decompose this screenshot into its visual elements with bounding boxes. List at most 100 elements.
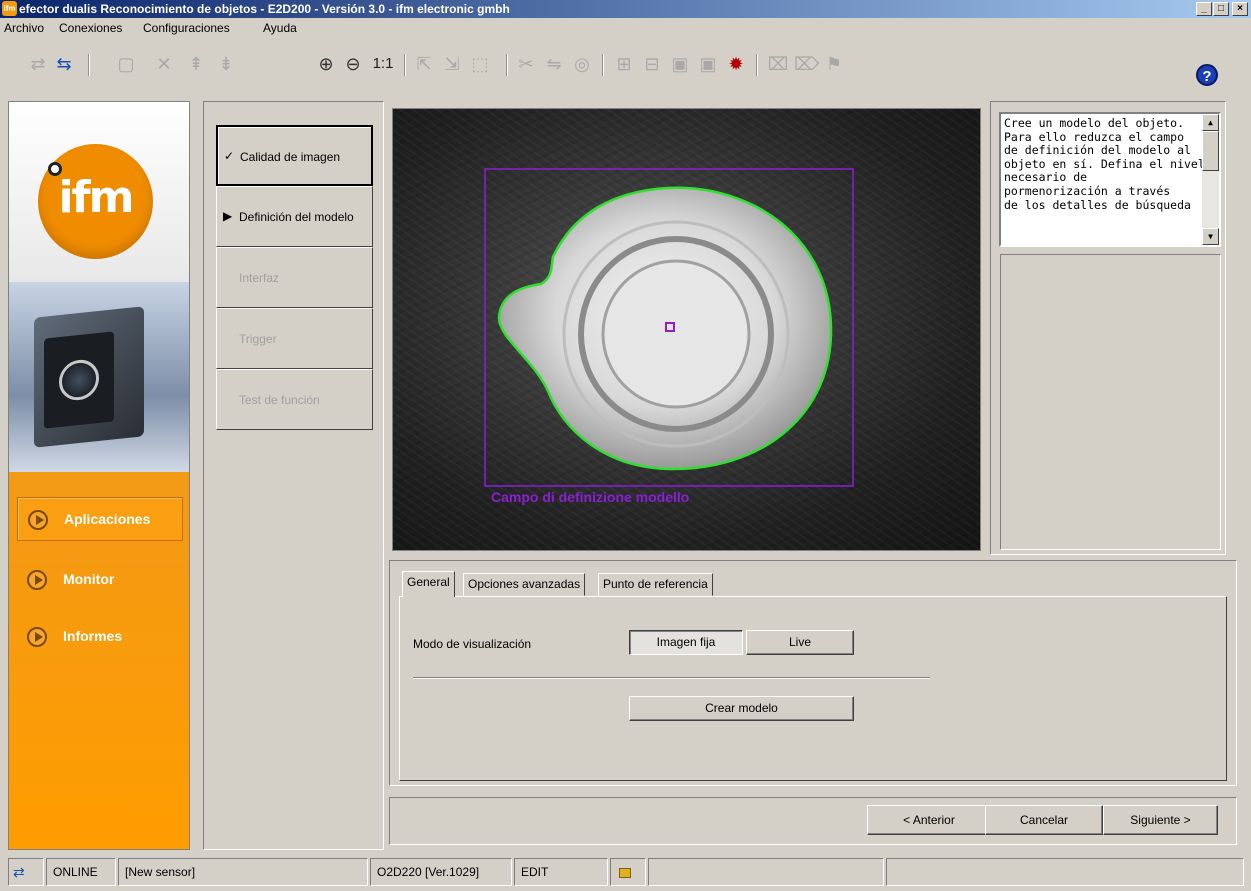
model-alt-icon[interactable]: ▣ [696,52,720,76]
model-active-icon[interactable]: ✹ [724,52,748,76]
zoom-reset-button[interactable]: 1:1 [368,52,398,76]
steps-panel: ✓ Calidad de imagen ▶ Definición del mod… [203,101,384,850]
select-arrow-icon[interactable]: ⇱ [412,52,436,76]
scroll-up-icon[interactable]: ▲ [1202,114,1219,131]
transfer-icon[interactable]: ⇋ [542,52,566,76]
display-mode-label: Modo de visualización [413,637,532,651]
still-image-button[interactable]: Imagen fija [629,630,743,655]
step-trigger[interactable]: Trigger [216,308,373,369]
add-model-icon[interactable]: ⊞ [612,52,636,76]
status-connection: ONLINE [46,858,116,886]
zoom-in-icon[interactable]: ⊕ [314,52,338,76]
ifm-logo: ifm [38,144,153,259]
select-arrow-alt-icon[interactable]: ⇲ [440,52,464,76]
edit-alt-icon[interactable]: ⌦ [794,52,819,76]
nav-label: Monitor [63,571,115,587]
arrow-right-icon: ▶ [223,209,233,223]
step-definicion-modelo[interactable]: ▶ Definición del modelo [216,186,373,247]
tab-content: Modo de visualización Imagen fija Live C… [399,596,1227,781]
zoom-out-icon[interactable]: ⊖ [341,52,365,76]
close-button[interactable]: × [1232,2,1248,16]
delete-icon[interactable]: ✕ [152,52,176,76]
menu-bar: Archivo Conexiones Configuraciones Ayuda [0,19,1251,37]
edit-icon[interactable]: ⌧ [766,52,790,76]
maximize-button[interactable]: □ [1213,2,1229,16]
camera-image[interactable]: Campo di definizione modello [392,108,981,551]
settings-panel: General Opciones avanzadas Punto de refe… [389,560,1237,786]
play-icon [27,627,47,647]
tab-opciones-avanzadas[interactable]: Opciones avanzadas [463,573,586,596]
help-line: objeto en sí. Defina el nivel [1004,156,1205,171]
nav-informes[interactable]: Informes [17,615,183,659]
flag-icon[interactable]: ⚑ [822,52,846,76]
live-button[interactable]: Live [746,630,854,655]
previous-button[interactable]: < Anterior [867,805,991,835]
help-text: Cree un modelo del objeto. Para ello red… [999,112,1221,247]
connection-icon: ⇄ [8,858,44,886]
step-label: Interfaz [239,271,280,285]
menu-conexiones[interactable]: Conexiones [59,21,122,35]
menu-ayuda[interactable]: Ayuda [263,21,297,35]
rectangle-icon[interactable]: ⬚ [468,52,492,76]
status-device: O2D220 [Ver.1029] [370,858,512,886]
status-empty-1 [648,858,884,886]
step-label: Definición del modelo [239,210,354,224]
nav-monitor[interactable]: Monitor [17,558,183,602]
download-icon[interactable]: ⇟ [214,52,238,76]
minimize-button[interactable]: _ [1196,2,1212,16]
tab-general[interactable]: General [402,571,455,597]
check-icon: ✓ [224,149,235,163]
create-model-button[interactable]: Crear modelo [629,696,854,721]
cut-icon[interactable]: ✂ [514,52,538,76]
help-panel: Cree un modelo del objeto. Para ello red… [990,101,1226,555]
menu-archivo[interactable]: Archivo [4,21,44,35]
nav-label: Informes [63,628,123,644]
help-line: de los detalles de búsqueda [1004,197,1191,212]
scroll-down-icon[interactable]: ▼ [1202,228,1219,245]
status-empty-2 [886,858,1244,886]
app-icon: ifm [2,1,17,16]
nav-label: Aplicaciones [64,511,151,527]
help-line: necesario de [1004,170,1088,185]
model-icon[interactable]: ▣ [668,52,692,76]
cancel-button[interactable]: Cancelar [985,805,1103,835]
status-mode: EDIT [514,858,608,886]
scroll-thumb[interactable] [1202,131,1219,171]
divider [413,677,930,679]
upload-icon[interactable]: ⇞ [184,52,208,76]
remove-model-icon[interactable]: ⊟ [640,52,664,76]
toolbar: ⇄ ⇆ ▢ ✕ ⇞ ⇟ ⊕ ⊖ 1:1 ⇱ ⇲ ⬚ ✂ ⇋ ◎ ⊞ ⊟ ▣ ▣ … [0,50,1251,100]
sensor-image [9,282,189,472]
object-overlay [484,168,854,487]
status-sensor-name: [New sensor] [118,858,368,886]
roi-label: Campo di definizione modello [491,489,690,505]
step-label: Calidad de imagen [240,150,341,164]
sidebar: ifm Aplicaciones Monitor Informes [8,101,190,850]
info-box [1000,254,1221,550]
play-icon [27,570,47,590]
step-calidad-imagen[interactable]: ✓ Calidad de imagen [216,125,373,186]
lock-icon[interactable] [610,858,646,886]
status-bar: ⇄ ONLINE [New sensor] O2D220 [Ver.1029] … [0,856,1251,891]
step-interfaz[interactable]: Interfaz [216,247,373,308]
help-scrollbar[interactable]: ▲ ▼ [1202,114,1219,245]
help-line: de definición del modelo al [1004,143,1191,158]
disconnect-icon[interactable]: ⇄ [26,52,50,76]
step-test-funcion[interactable]: Test de función [216,369,373,430]
window-title: efector dualis Reconocimiento de objetos… [19,2,510,16]
tab-punto-referencia[interactable]: Punto de referencia [598,573,713,596]
target-icon[interactable]: ◎ [570,52,594,76]
title-bar: ifm efector dualis Reconocimiento de obj… [0,0,1251,18]
next-button[interactable]: Siguiente > [1103,805,1218,835]
menu-configuraciones[interactable]: Configuraciones [143,21,230,35]
help-line: Cree un modelo del objeto. [1004,116,1185,130]
nav-aplicaciones[interactable]: Aplicaciones [17,497,183,541]
connect-icon[interactable]: ⇆ [52,52,76,76]
help-line: pormenorización a través [1004,183,1171,198]
play-icon [28,510,48,530]
help-line: Para ello reduzca el campo [1004,129,1185,144]
step-label: Trigger [239,332,277,346]
new-icon[interactable]: ▢ [114,52,138,76]
step-label: Test de función [239,393,320,407]
help-icon[interactable]: ? [1196,64,1218,86]
